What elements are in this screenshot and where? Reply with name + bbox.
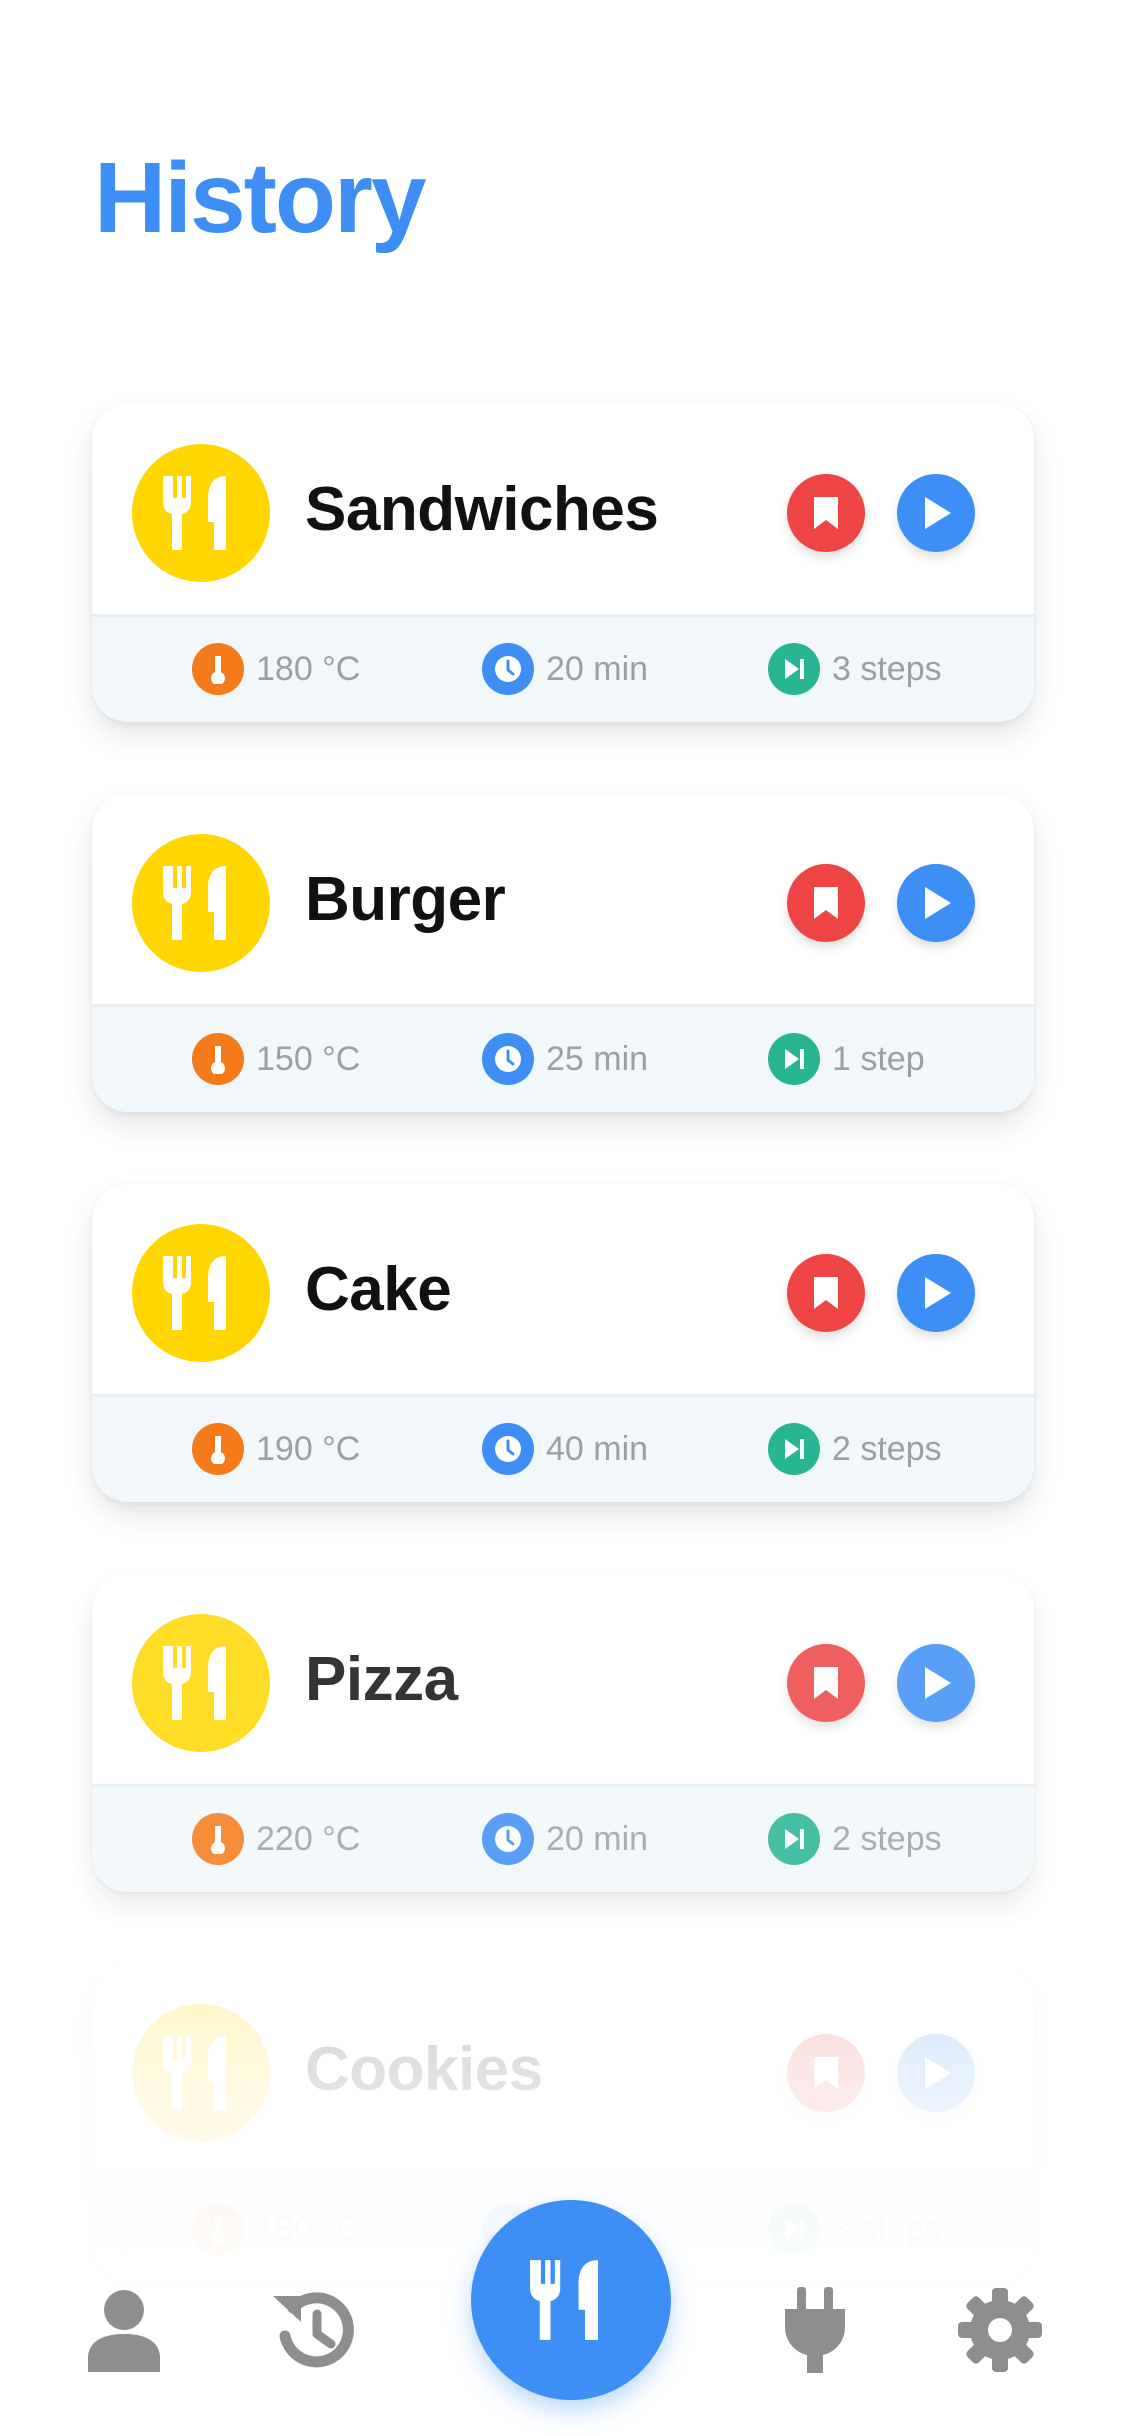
play-icon — [925, 1667, 951, 1699]
clock-icon — [482, 1033, 534, 1085]
nav-profile[interactable] — [74, 2280, 174, 2380]
stat-time: 20 min — [482, 1813, 648, 1865]
steps-value: 2 steps — [832, 1429, 942, 1468]
skip-forward-icon — [768, 1033, 820, 1085]
recipe-stats: 190 °C 40 min 2 steps — [92, 1394, 1034, 1502]
temperature-value: 180 °C — [256, 649, 361, 688]
recipe-title: Sandwiches — [305, 475, 659, 544]
time-value: 25 min — [546, 1039, 649, 1078]
history-list: Sandwiches 180 °C 20 min 3 steps Burger … — [0, 0, 1125, 2436]
history-card[interactable]: Sandwiches 180 °C 20 min 3 steps — [92, 404, 1034, 722]
person-icon — [88, 2290, 160, 2372]
history-card[interactable]: Burger 150 °C 25 min 1 step — [92, 794, 1034, 1112]
fork-knife-icon — [132, 834, 270, 972]
play-button[interactable] — [897, 864, 975, 942]
nav-recipes-button[interactable] — [471, 2200, 671, 2400]
temperature-value: 150 °C — [256, 1039, 361, 1078]
gear-icon — [958, 2288, 1042, 2372]
steps-value: 1 step — [832, 1039, 925, 1078]
nav-settings[interactable] — [950, 2280, 1050, 2380]
bookmark-icon — [814, 497, 838, 529]
time-value: 20 min — [546, 1819, 649, 1858]
thermometer-icon — [192, 1033, 244, 1085]
fork-knife-icon — [132, 1224, 270, 1362]
thermometer-icon — [192, 1423, 244, 1475]
nav-devices[interactable] — [765, 2280, 865, 2380]
stat-steps: 2 steps — [768, 1423, 942, 1475]
stat-temperature: 220 °C — [192, 1813, 360, 1865]
play-icon — [925, 887, 951, 919]
stat-temperature: 190 °C — [192, 1423, 360, 1475]
steps-value: 2 steps — [832, 1819, 942, 1858]
history-card[interactable]: Cake 190 °C 40 min 2 steps — [92, 1184, 1034, 1502]
bookmark-icon — [814, 2057, 838, 2089]
stat-temperature: 150 °C — [192, 1033, 360, 1085]
history-icon — [273, 2292, 354, 2368]
recipe-stats: 150 °C 25 min 1 step — [92, 1004, 1034, 1112]
play-icon — [925, 2057, 951, 2089]
fork-knife-icon — [530, 2260, 598, 2340]
time-value: 40 min — [546, 1429, 649, 1468]
fork-knife-icon — [132, 1614, 270, 1752]
steps-value: 3 steps — [832, 649, 942, 688]
bookmark-icon — [814, 887, 838, 919]
temperature-value: 190 °C — [256, 1429, 361, 1468]
play-button[interactable] — [897, 1644, 975, 1722]
recipe-stats: 220 °C 20 min 2 steps — [92, 1784, 1034, 1892]
nav-history[interactable] — [265, 2280, 365, 2380]
clock-icon — [482, 1423, 534, 1475]
time-value: 20 min — [546, 649, 649, 688]
stat-time: 25 min — [482, 1033, 648, 1085]
thermometer-icon — [192, 643, 244, 695]
play-button[interactable] — [897, 474, 975, 552]
stat-temperature: 180 °C — [192, 643, 360, 695]
history-card[interactable]: Pizza 220 °C 20 min 2 steps — [92, 1574, 1034, 1892]
stat-time: 20 min — [482, 643, 648, 695]
bookmark-icon — [814, 1667, 838, 1699]
bookmark-button[interactable] — [787, 1254, 865, 1332]
thermometer-icon — [192, 1813, 244, 1865]
fork-knife-icon — [132, 2004, 270, 2142]
stat-time: 40 min — [482, 1423, 648, 1475]
recipe-title: Burger — [305, 865, 506, 934]
bookmark-button[interactable] — [787, 2034, 865, 2112]
recipe-stats: 180 °C 20 min 3 steps — [92, 614, 1034, 722]
stat-steps: 2 steps — [768, 1813, 942, 1865]
bottom-nav — [0, 2200, 1125, 2436]
skip-forward-icon — [768, 1423, 820, 1475]
bookmark-icon — [814, 1277, 838, 1309]
recipe-title: Cookies — [305, 2035, 543, 2104]
bookmark-button[interactable] — [787, 1644, 865, 1722]
skip-forward-icon — [768, 643, 820, 695]
recipe-title: Pizza — [305, 1645, 458, 1714]
fork-knife-icon — [132, 444, 270, 582]
clock-icon — [482, 643, 534, 695]
play-button[interactable] — [897, 1254, 975, 1332]
clock-icon — [482, 1813, 534, 1865]
bookmark-button[interactable] — [787, 474, 865, 552]
skip-forward-icon — [768, 1813, 820, 1865]
stat-steps: 1 step — [768, 1033, 925, 1085]
play-button[interactable] — [897, 2034, 975, 2112]
play-icon — [925, 1277, 951, 1309]
play-icon — [925, 497, 951, 529]
plug-icon — [785, 2287, 845, 2373]
bookmark-button[interactable] — [787, 864, 865, 942]
stat-steps: 3 steps — [768, 643, 942, 695]
recipe-title: Cake — [305, 1255, 452, 1324]
temperature-value: 220 °C — [256, 1819, 361, 1858]
